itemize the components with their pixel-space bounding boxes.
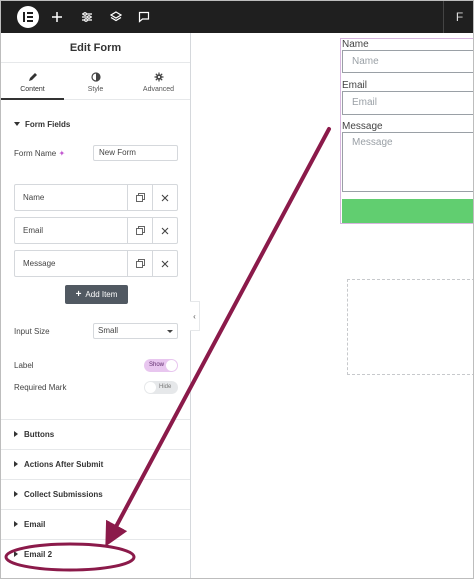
section-label: Actions After Submit <box>24 460 104 469</box>
preview-email-input[interactable]: Email <box>342 91 473 115</box>
topbar-right-item[interactable]: F <box>443 1 473 33</box>
half-circle-icon <box>90 71 101 83</box>
chevron-down-icon <box>167 330 173 333</box>
input-size-label: Input Size <box>14 327 50 336</box>
panel-tabs: Content Style Advanced <box>1 64 190 100</box>
field-item-name[interactable]: Name <box>14 184 178 211</box>
section-label: Collect Submissions <box>24 490 103 499</box>
input-size-select[interactable]: Small <box>93 323 178 339</box>
add-item-label: Add Item <box>85 290 118 299</box>
duplicate-icon[interactable] <box>127 218 152 243</box>
input-size-value: Small <box>98 326 119 335</box>
comment-icon[interactable] <box>135 8 153 26</box>
gear-icon <box>154 71 164 83</box>
toggle-text: Hide <box>159 384 172 390</box>
tab-advanced[interactable]: Advanced <box>127 64 190 99</box>
plus-icon: + <box>75 289 82 300</box>
caret-right-icon <box>14 431 18 437</box>
toggle-knob <box>145 382 156 393</box>
caret-down-icon <box>14 122 20 126</box>
preview-email-label: Email <box>342 80 368 91</box>
label-show-toggle[interactable]: Show <box>144 359 178 372</box>
preview-name-input[interactable]: Name <box>342 50 473 73</box>
field-item-label: Message <box>23 259 56 268</box>
required-mark-toggle[interactable]: Hide <box>144 381 178 394</box>
preview-message-label: Message <box>342 121 383 132</box>
preview-submit-button[interactable] <box>342 199 473 223</box>
tab-style[interactable]: Style <box>64 64 127 99</box>
empty-drop-area[interactable] <box>347 279 473 375</box>
preview-name-label: Name <box>342 39 369 50</box>
toggle-knob <box>166 360 177 371</box>
section-actions-after-submit[interactable]: Actions After Submit <box>1 449 190 479</box>
add-item-button[interactable]: + Add Item <box>65 285 128 304</box>
form-preview: Name Name Email Email Message Message <box>340 38 473 224</box>
label-toggle-label: Label <box>14 361 34 370</box>
caret-right-icon <box>14 551 18 557</box>
tab-style-label: Style <box>87 85 104 93</box>
form-fields-section-header[interactable]: Form Fields <box>14 120 70 129</box>
section-label: Email <box>24 520 46 529</box>
preview-message-textarea[interactable]: Message <box>342 132 473 192</box>
form-name-label: Form Name ✦ <box>14 149 66 158</box>
section-buttons[interactable]: Buttons <box>1 419 190 449</box>
duplicate-icon[interactable] <box>127 185 152 210</box>
field-item-email[interactable]: Email <box>14 217 178 244</box>
top-bar: F <box>1 1 473 33</box>
tab-content-label: Content <box>20 85 45 93</box>
ai-sparkle-icon[interactable]: ✦ <box>58 149 65 158</box>
form-name-input[interactable]: New Form <box>93 145 178 161</box>
section-email-2[interactable]: Email 2 <box>1 539 190 569</box>
panel-collapse-handle[interactable]: ‹ <box>190 301 200 331</box>
duplicate-icon[interactable] <box>127 251 152 276</box>
editor-panel: Edit Form Content Style Advanced Form Fi… <box>1 33 191 578</box>
plus-icon[interactable] <box>48 8 66 26</box>
field-item-message[interactable]: Message <box>14 250 178 277</box>
caret-right-icon <box>14 491 18 497</box>
pencil-icon <box>28 71 38 83</box>
layers-icon[interactable] <box>107 8 125 26</box>
caret-right-icon <box>14 461 18 467</box>
sliders-icon[interactable] <box>78 8 96 26</box>
tab-content[interactable]: Content <box>1 64 64 100</box>
toggle-text: Show <box>149 362 165 368</box>
close-icon[interactable] <box>152 251 177 276</box>
tab-advanced-label: Advanced <box>142 85 175 93</box>
panel-title: Edit Form <box>1 33 190 63</box>
section-collect-submissions[interactable]: Collect Submissions <box>1 479 190 509</box>
caret-right-icon <box>14 521 18 527</box>
close-icon[interactable] <box>152 218 177 243</box>
form-fields-heading: Form Fields <box>25 120 71 129</box>
section-label: Email 2 <box>24 550 53 559</box>
elementor-logo-icon[interactable] <box>17 6 39 28</box>
required-mark-label: Required Mark <box>14 383 67 392</box>
field-item-label: Name <box>23 193 45 202</box>
chevron-left-icon: ‹ <box>193 311 196 321</box>
screenshot-frame: F Edit Form Content Style Advanced Form … <box>0 0 474 579</box>
section-label: Buttons <box>24 430 55 439</box>
field-item-label: Email <box>23 226 44 235</box>
close-icon[interactable] <box>152 185 177 210</box>
section-email[interactable]: Email <box>1 509 190 539</box>
